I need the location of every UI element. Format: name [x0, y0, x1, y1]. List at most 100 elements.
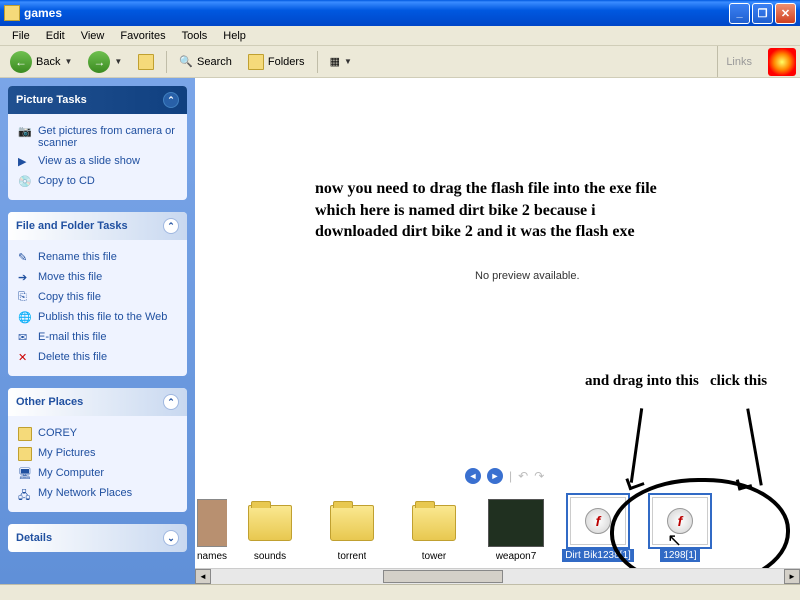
panel-header[interactable]: Other Places ⌃: [8, 388, 187, 416]
annotation-click: click this: [710, 373, 767, 390]
folder-icon: [4, 5, 20, 21]
panel-header[interactable]: Picture Tasks ⌃: [8, 86, 187, 114]
links-label: Links: [726, 56, 752, 68]
file-label: weapon7: [496, 551, 537, 562]
task-get-pictures[interactable]: 📷Get pictures from camera or scanner: [18, 122, 177, 152]
file-item[interactable]: tower: [395, 499, 473, 562]
folder-thumbnail: [324, 499, 380, 547]
scroll-track[interactable]: [211, 569, 784, 584]
file-item-selected[interactable]: f Dirt Bik1238[1]: [559, 497, 637, 562]
collapse-icon: ⌃: [163, 92, 179, 108]
search-icon: 🔍: [179, 55, 193, 68]
file-item[interactable]: names: [197, 499, 227, 562]
back-button[interactable]: ← Back ▼: [4, 49, 78, 75]
file-label: names: [197, 551, 227, 562]
up-button[interactable]: [132, 52, 160, 72]
content-area: now you need to drag the flash file into…: [195, 78, 800, 584]
cd-icon: 💿: [18, 175, 32, 189]
search-button[interactable]: 🔍 Search: [173, 53, 238, 70]
folder-icon: [18, 427, 32, 441]
task-delete[interactable]: ✕Delete this file: [18, 348, 177, 368]
rename-icon: ✎: [18, 251, 32, 265]
no-preview-label: No preview available.: [475, 270, 580, 282]
links-bar[interactable]: Links: [717, 46, 760, 77]
separator: [317, 51, 318, 73]
mail-icon: ✉: [18, 331, 32, 345]
annotation-drag: and drag into this: [585, 373, 699, 390]
collapse-icon: ⌃: [163, 394, 179, 410]
other-places-panel: Other Places ⌃ COREY My Pictures 🖥My Com…: [8, 388, 187, 512]
place-network[interactable]: 🖧My Network Places: [18, 484, 177, 504]
globe-icon: 🌐: [18, 311, 32, 325]
menu-view[interactable]: View: [73, 28, 113, 44]
file-label: torrent: [338, 551, 367, 562]
chevron-down-icon: ▼: [114, 57, 122, 66]
menu-file[interactable]: File: [4, 28, 38, 44]
place-corey[interactable]: COREY: [18, 424, 177, 444]
file-item[interactable]: sounds: [231, 499, 309, 562]
collapse-icon: ⌃: [163, 218, 179, 234]
folder-icon: [18, 447, 32, 461]
computer-icon: 🖥: [18, 467, 32, 481]
task-copy-cd[interactable]: 💿Copy to CD: [18, 172, 177, 192]
panel-header[interactable]: File and Folder Tasks ⌃: [8, 212, 187, 240]
place-my-pictures[interactable]: My Pictures: [18, 444, 177, 464]
slideshow-icon: ▶: [18, 155, 32, 169]
flash-icon: f: [585, 508, 611, 534]
file-tasks-panel: File and Folder Tasks ⌃ ✎Rename this fil…: [8, 212, 187, 376]
up-folder-icon: [138, 54, 154, 70]
folder-thumbnail: [406, 499, 462, 547]
scroll-thumb[interactable]: [383, 570, 503, 583]
image-thumbnail: [197, 499, 227, 547]
scroll-right-button[interactable]: ►: [784, 569, 800, 584]
file-item[interactable]: torrent: [313, 499, 391, 562]
file-label: Dirt Bik1238[1]: [562, 549, 634, 562]
panel-header[interactable]: Details ⌄: [8, 524, 187, 552]
file-item[interactable]: weapon7: [477, 499, 555, 562]
flash-exe-thumbnail: f: [570, 497, 626, 545]
task-slideshow[interactable]: ▶View as a slide show: [18, 152, 177, 172]
panel-title: Other Places: [16, 396, 83, 408]
views-button[interactable]: ▦ ▼: [324, 53, 358, 70]
file-label: 1298[1]: [660, 549, 699, 562]
camera-icon: 📷: [18, 125, 32, 139]
menu-favorites[interactable]: Favorites: [112, 28, 173, 44]
title-bar: games _ ❐ ✕: [0, 0, 800, 26]
windows-logo: [768, 48, 796, 76]
task-email[interactable]: ✉E-mail this file: [18, 328, 177, 348]
task-copy[interactable]: ⎘Copy this file: [18, 288, 177, 308]
place-my-computer[interactable]: 🖥My Computer: [18, 464, 177, 484]
menu-help[interactable]: Help: [215, 28, 254, 44]
minimize-button[interactable]: _: [729, 3, 750, 24]
move-icon: ➔: [18, 271, 32, 285]
expand-icon: ⌄: [163, 530, 179, 546]
horizontal-scrollbar[interactable]: ◄ ►: [195, 568, 800, 584]
toolbar: ← Back ▼ → ▼ 🔍 Search Folders ▦ ▼ Links: [0, 46, 800, 78]
folder-thumbnail: [242, 499, 298, 547]
menu-tools[interactable]: Tools: [174, 28, 216, 44]
file-label: tower: [422, 551, 446, 562]
task-move[interactable]: ➔Move this file: [18, 268, 177, 288]
menu-bar: File Edit View Favorites Tools Help: [0, 26, 800, 46]
folder-icon: [248, 54, 264, 70]
panel-title: Picture Tasks: [16, 94, 87, 106]
scroll-left-button[interactable]: ◄: [195, 569, 211, 584]
folders-button[interactable]: Folders: [242, 52, 311, 72]
filmstrip: names sounds torrent tower weapon7 f Dir…: [195, 466, 800, 566]
forward-button[interactable]: → ▼: [82, 49, 128, 75]
close-button[interactable]: ✕: [775, 3, 796, 24]
forward-icon: →: [88, 51, 110, 73]
flash-file-thumbnail: f: [652, 497, 708, 545]
maximize-button[interactable]: ❐: [752, 3, 773, 24]
task-publish[interactable]: 🌐Publish this file to the Web: [18, 308, 177, 328]
panel-title: Details: [16, 532, 52, 544]
menu-edit[interactable]: Edit: [38, 28, 73, 44]
task-rename[interactable]: ✎Rename this file: [18, 248, 177, 268]
panel-title: File and Folder Tasks: [16, 220, 128, 232]
copy-icon: ⎘: [18, 291, 32, 305]
sidebar: Picture Tasks ⌃ 📷Get pictures from camer…: [0, 78, 195, 584]
file-item-selected[interactable]: f 1298[1]: [641, 497, 719, 562]
status-bar: [0, 584, 800, 600]
image-thumbnail: [488, 499, 544, 547]
details-panel: Details ⌄: [8, 524, 187, 552]
